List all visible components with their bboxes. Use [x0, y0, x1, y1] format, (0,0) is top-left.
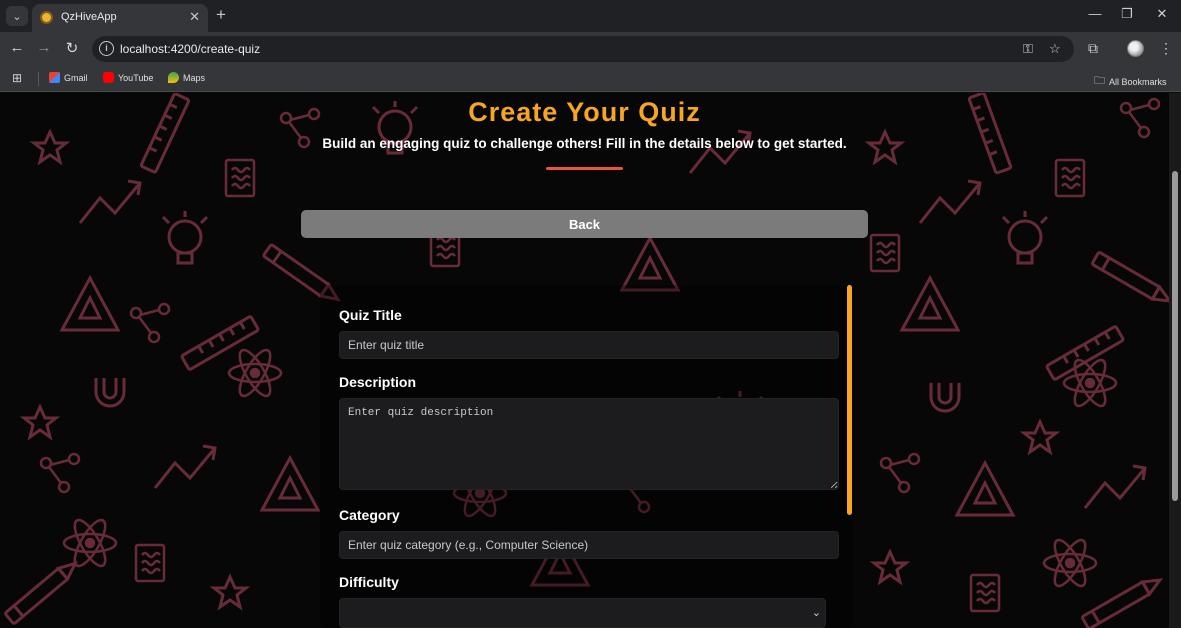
bookmarks-divider [38, 72, 39, 86]
description-label: Description [339, 374, 417, 390]
forward-arrow-icon[interactable]: → [35, 39, 53, 56]
title-underline [546, 167, 623, 170]
page-subtitle: Build an engaging quiz to challenge othe… [322, 136, 847, 151]
chevron-down-icon: ⌄ [811, 607, 821, 619]
url-text: localhost:4200/create-quiz [120, 42, 261, 56]
quiz-title-input[interactable] [339, 331, 839, 359]
profile-avatar[interactable] [1127, 40, 1144, 57]
category-input[interactable] [339, 531, 839, 559]
close-window-icon[interactable]: ✕ [1152, 6, 1172, 22]
close-tab-icon[interactable]: ✕ [189, 9, 200, 25]
menu-kebab-icon[interactable]: ⋮ [1159, 40, 1173, 57]
quiz-title-label: Quiz Title [339, 307, 402, 323]
bookmark-label: YouTube [118, 72, 154, 83]
browser-toolbar: ← → ↻ i localhost:4200/create-quiz ⚿ ☆ ⧉… [0, 32, 1181, 66]
form-accent-bar [847, 285, 852, 515]
category-label: Category [339, 507, 400, 523]
back-button[interactable]: Back [301, 210, 868, 238]
page-scrollbar[interactable] [1169, 93, 1181, 628]
apps-grid-icon[interactable]: ⊞ [12, 71, 22, 85]
difficulty-select[interactable]: ⌄ [339, 598, 826, 628]
all-bookmarks[interactable]: 🗀 All Bookmarks [1094, 72, 1167, 91]
bookmark-star-icon[interactable]: ☆ [1049, 41, 1061, 57]
reload-icon[interactable]: ↻ [63, 39, 81, 57]
bookmark-label: Gmail [64, 72, 88, 83]
bookmark-youtube[interactable]: YouTube [103, 72, 153, 83]
minimize-icon[interactable]: — [1085, 6, 1105, 21]
browser-tabstrip: ⌄ QzHiveApp ✕ + — ❐ ✕ [0, 0, 1181, 32]
extensions-icon[interactable]: ⧉ [1088, 40, 1098, 57]
new-tab-icon[interactable]: + [216, 5, 226, 25]
app-favicon-icon [40, 11, 53, 24]
difficulty-label: Difficulty [339, 574, 399, 590]
folder-icon: 🗀 [1094, 75, 1105, 87]
maps-icon [168, 72, 179, 83]
bookmark-label: Maps [183, 72, 206, 83]
gmail-icon [49, 72, 60, 83]
tab-search-icon[interactable]: ⌄ [6, 6, 28, 26]
scrollbar-thumb[interactable] [1172, 171, 1178, 501]
bookmark-gmail[interactable]: Gmail [49, 72, 88, 83]
all-bookmarks-label: All Bookmarks [1109, 76, 1167, 87]
bookmarks-bar: ⊞ Gmail YouTube Maps 🗀 All Bookmarks [0, 66, 1181, 92]
site-info-icon[interactable]: i [99, 41, 114, 56]
password-key-icon[interactable]: ⚿ [1023, 41, 1033, 57]
tab-title: QzHiveApp [61, 11, 117, 23]
page-content: Create Your Quiz Build an engaging quiz … [0, 93, 1181, 628]
bookmark-maps[interactable]: Maps [168, 72, 205, 83]
back-arrow-icon[interactable]: ← [8, 39, 26, 56]
restore-icon[interactable]: ❐ [1117, 6, 1137, 22]
address-bar[interactable]: i localhost:4200/create-quiz ⚿ ☆ [92, 36, 1074, 62]
browser-tab[interactable]: QzHiveApp ✕ [32, 4, 208, 32]
youtube-icon [103, 72, 114, 83]
page-title: Create Your Quiz [468, 97, 701, 127]
description-textarea[interactable] [339, 398, 839, 490]
